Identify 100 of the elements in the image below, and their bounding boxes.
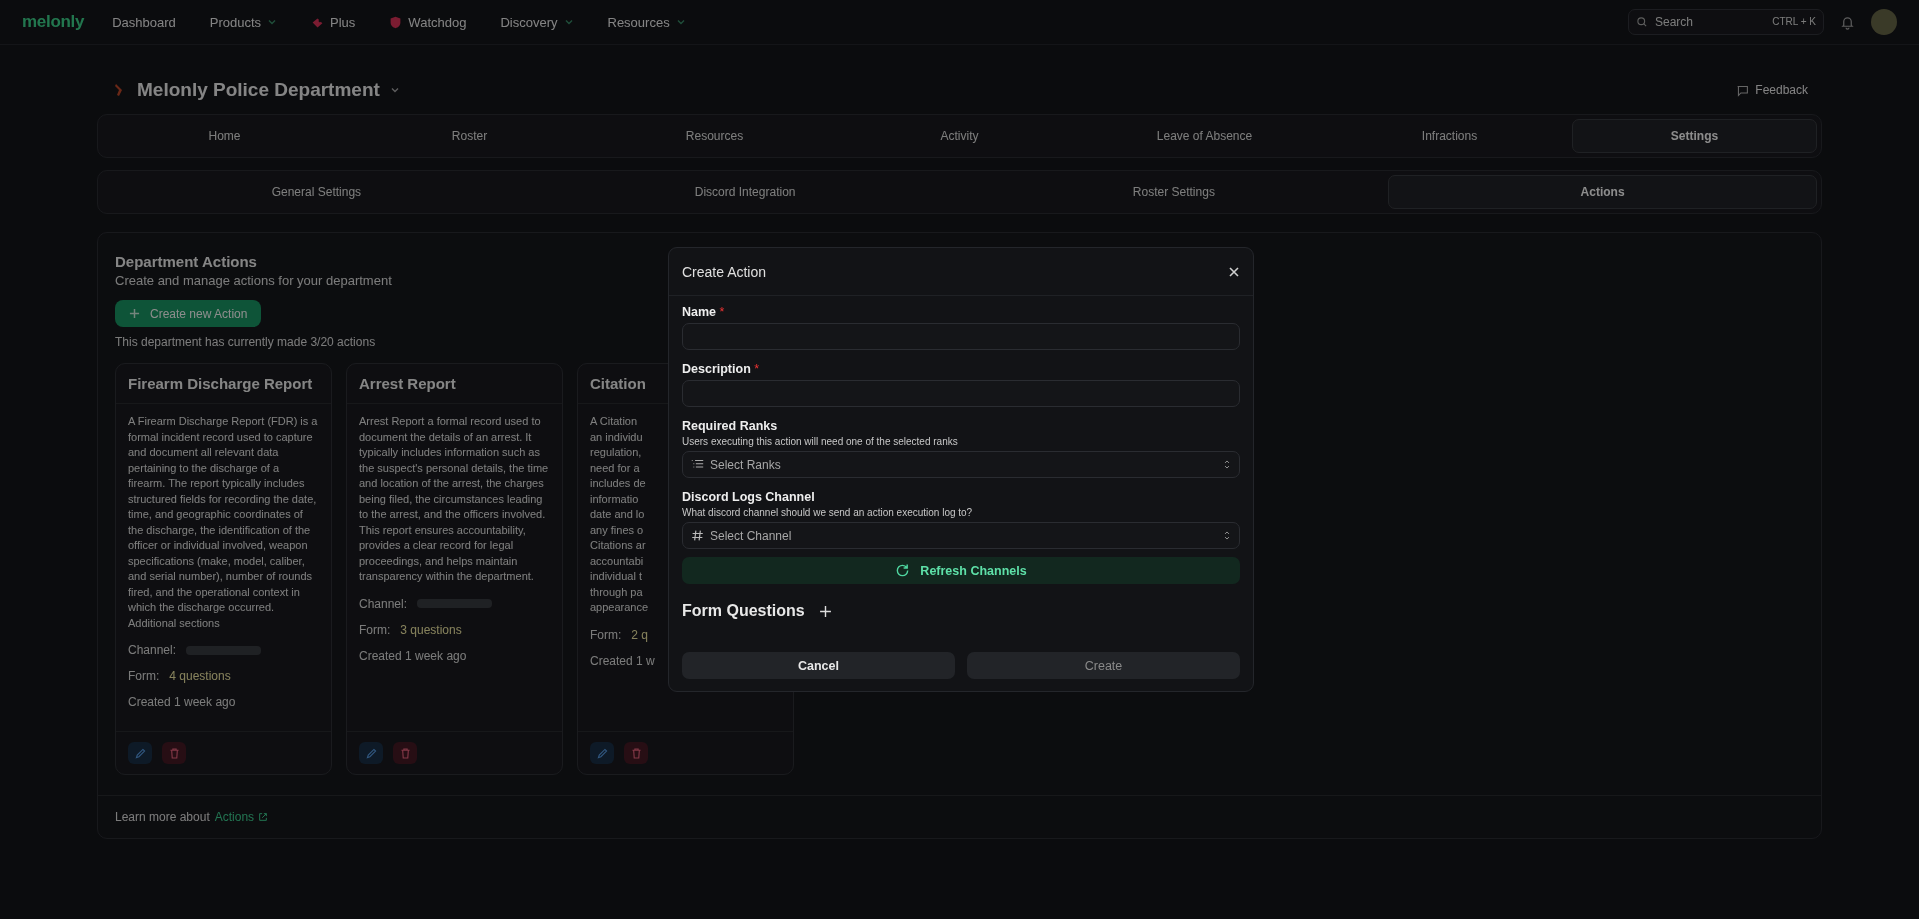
created-time: Created 1 week ago [128,695,236,709]
form-question-count: 3 questions [400,622,462,637]
department-title[interactable]: Melonly Police Department [137,79,380,101]
footer-text: Learn more about [115,810,210,824]
select-field[interactable]: Select Channel [682,522,1240,549]
text-input[interactable] [682,380,1240,407]
usage-text: This department has currently made 3/20 actions [115,335,376,349]
description-line: any fines o [590,522,644,538]
nav-link[interactable]: Resources [607,14,686,30]
tab[interactable]: Leave of Absence [1082,119,1327,153]
action-description: A Firearm Discharge Report (FDR) is a formal incident record used to capture and document all relevant data pertaining to the discharge of a firearm. The report typically includes structured fields for recording the date, time, and geographic coordinates of the discharge, the identification of the officer or individual involved, weapon specifications (make, model, caliber, and serial number), number of rounds fired, and the operational context in which the discharge occurred. Additional sections [128,414,319,631]
sort-arrows-icon [1223,530,1231,541]
section-title: Department Actions [115,253,257,270]
action-description: Arrest Report a formal record used to document the details of an arrest. It typically includes information such as the suspect's personal details, the time and location of the arrest, the charges being filed, the circumstances leading to the arrest, and the officers involved. This report ensures accountability, provides a clear record for legal proceedings, and helps maintain transparency within the department. [359,414,550,584]
tab[interactable]: Actions [1388,175,1817,209]
section-subtitle: Create and manage actions for your department [115,273,392,288]
sort-arrows-icon [1223,459,1231,470]
refresh-icon [895,563,911,578]
trash-icon [398,746,412,760]
nav-link[interactable]: Products [209,14,278,30]
nav-link[interactable]: Dashboard [112,14,176,30]
delete-button[interactable] [624,742,648,764]
ticket-icon [311,15,325,29]
form-questions-title: Form Questions [682,602,805,620]
description-line: accountabi [590,553,644,569]
shield-icon [389,15,403,29]
chevron-down-icon [563,17,574,27]
field-hint: What discord channel should we send an action execution log to? [682,507,973,518]
edit-button[interactable] [128,742,152,764]
external-link-icon [258,812,269,822]
edit-button[interactable] [359,742,383,764]
field-label: Discord Logs Channel [682,490,815,504]
description-line: need for a [590,460,640,476]
user-avatar[interactable] [1871,9,1897,35]
field-hint: Users executing this action will need one of the selected ranks [682,436,958,447]
actions-docs-link[interactable]: Actions [214,810,269,824]
description-line: includes de [590,476,646,491]
tab[interactable]: Home [102,119,347,153]
trash-icon [629,746,643,760]
channel-label: Channel: [128,643,177,657]
description-line: Citations ar [590,538,646,553]
shortcut-hint: CTRL + K [1772,16,1816,27]
dialog-title: Create Action [682,263,767,280]
tab[interactable]: Resources [592,119,837,153]
description-line: A Citation [590,414,638,429]
close-button[interactable] [1228,265,1240,278]
form-label: Form: [590,627,622,642]
form-label: Form: [359,622,391,637]
form-question-count: 2 q [631,627,649,642]
action-title: Arrest Report [359,375,456,392]
text-input[interactable] [682,323,1240,350]
pencil-icon [133,746,147,760]
tab[interactable]: Discord Integration [530,175,960,209]
tab[interactable]: Roster [347,119,592,153]
description-line: through pa [590,584,643,600]
action-title: Firearm Discharge Report [128,375,313,392]
tab[interactable]: Infractions [1327,119,1572,153]
form-label: Form: [128,669,160,683]
create-action-button[interactable]: Create new Action [115,300,262,327]
chevron-down-icon [267,17,278,27]
description-line: an individu [590,429,643,445]
tab[interactable]: Activity [837,119,1082,153]
form-question-count: 4 questions [169,669,231,683]
description-line: informatio [590,491,639,507]
search-icon [1636,16,1648,28]
delete-button[interactable] [393,742,417,764]
logo-wordmark[interactable]: melonly [22,12,85,32]
chevron-down-icon[interactable] [389,85,400,95]
action-title: Citation [590,375,646,392]
description-line: appearance [590,600,649,615]
description-line: regulation, [590,445,642,460]
pencil-icon [595,746,609,760]
description-line: individual t [590,569,642,584]
chevron-down-icon [675,17,686,27]
refresh-channels-button[interactable]: Refresh Channels [682,557,1240,584]
tab[interactable]: Roster Settings [959,175,1389,209]
list-icon [691,458,704,471]
delete-button[interactable] [162,742,186,764]
select-field[interactable]: Select Ranks [682,451,1240,478]
created-time: Created 1 w [590,653,655,668]
hash-icon [691,529,704,542]
nav-link[interactable]: Plus [311,14,356,30]
field-label: Required Ranks [682,419,778,433]
bell-icon[interactable] [1840,14,1855,30]
chat-icon [1736,83,1750,97]
tab[interactable]: Settings [1572,119,1817,153]
feedback-link[interactable]: Feedback [1736,83,1808,97]
trash-icon [167,746,181,760]
pencil-icon [364,746,378,760]
edit-button[interactable] [590,742,614,764]
nav-link[interactable]: Discovery [500,14,574,30]
add-icon[interactable] [818,604,832,618]
tab[interactable]: General Settings [102,175,531,209]
nav-link[interactable]: Watchdog [389,14,467,30]
cancel-button[interactable]: Cancel [682,652,955,679]
plus-icon [129,308,140,319]
field-label: Description * [682,362,760,376]
channel-label: Channel: [359,596,408,611]
description-line: date and lo [590,507,645,522]
field-label: Name * [682,305,725,319]
